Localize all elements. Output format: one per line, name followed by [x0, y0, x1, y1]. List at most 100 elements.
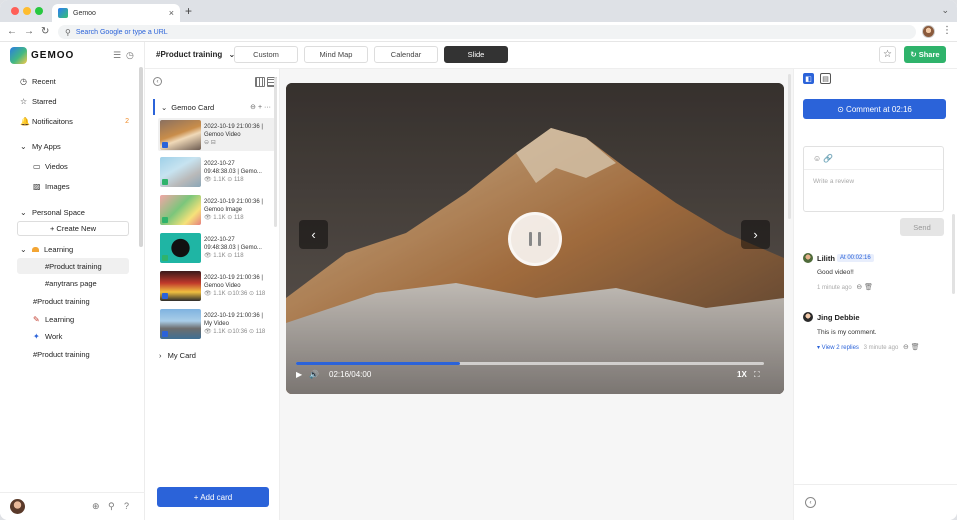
- sidebar-section-personal-space[interactable]: ⌄ Personal Space: [0, 204, 145, 220]
- user-avatar[interactable]: [10, 499, 25, 514]
- sidebar-item-anytrans-page[interactable]: #anytrans page: [0, 275, 145, 291]
- send-button[interactable]: Send: [900, 218, 944, 236]
- card-thumbnail: [160, 156, 201, 187]
- comments-scrollbar[interactable]: [952, 214, 955, 294]
- card-item[interactable]: 2022-10-19 21:00:36 | Gemoo Image 👁 1.1K…: [158, 193, 275, 226]
- history-icon[interactable]: ◷: [126, 50, 134, 61]
- card-title-line1: 2022-10-19 21:00:36 |: [204, 312, 263, 319]
- video-player[interactable]: ‹ › ▶ 🔊 02:16/04:00 1X ⛶: [286, 83, 784, 394]
- sidebar-item-product-training-2[interactable]: #Product training: [0, 346, 145, 362]
- sidebar-item-images[interactable]: ▨ Images: [0, 178, 145, 194]
- card-title-line1: 2022-10-19 21:00:36 |: [204, 274, 263, 281]
- card-group-my-card[interactable]: › My Card: [159, 351, 196, 360]
- review-input[interactable]: ☺ 🔗 Write a review: [803, 146, 944, 212]
- sidebar-collapse-icon[interactable]: ☰: [113, 50, 121, 61]
- video-badge-icon: [162, 330, 168, 337]
- chevron-down-icon: ⌄: [20, 244, 27, 254]
- sidebar-item-label: #Product training: [45, 261, 102, 271]
- card-item[interactable]: 2022-10-19 21:00:36 | Gemoo Video 👁 1.1K…: [158, 269, 275, 302]
- maximize-window-dot[interactable]: [35, 7, 43, 15]
- collapse-panel-icon[interactable]: ‹: [805, 497, 816, 508]
- previous-slide-button[interactable]: ‹: [299, 220, 328, 249]
- app-window: Gemoo × + ⌄ ← → ↻ ⚲ Search Google or typ…: [0, 0, 957, 520]
- add-card-button[interactable]: + Add card: [157, 487, 269, 507]
- tab-mind-map[interactable]: Mind Map: [304, 46, 368, 63]
- comment-timestamp-badge[interactable]: At 00:02:16: [837, 254, 874, 262]
- sidebar-item-product-training-active[interactable]: #Product training: [17, 258, 129, 274]
- comment-at-time-button[interactable]: ⊙ Comment at 02:16: [803, 99, 946, 119]
- tab-calendar[interactable]: Calendar: [374, 46, 438, 63]
- brand-name: GEMOO: [31, 50, 75, 61]
- close-tab-icon[interactable]: ×: [169, 8, 174, 18]
- comment-actions-icons[interactable]: ⊖ 🗑: [856, 284, 873, 291]
- omnibox-search-icon: ⚲: [65, 27, 71, 37]
- sidebar-item-videos[interactable]: ▭ Viedos: [0, 158, 145, 174]
- card-item[interactable]: 2022-10-19 21:00:36 | Gemoo Video ⊖ ⊟: [158, 118, 275, 151]
- comment-actions-icons[interactable]: ⊖ 🗑: [903, 344, 920, 351]
- add-circle-icon[interactable]: ⊕: [92, 501, 100, 512]
- close-window-dot[interactable]: [11, 7, 19, 15]
- forward-arrow-icon[interactable]: →: [24, 26, 34, 37]
- create-new-button[interactable]: + Create New: [17, 221, 129, 236]
- share-button[interactable]: ↻ Share: [904, 46, 946, 63]
- video-badge-icon: [162, 292, 168, 299]
- image-badge-icon: [162, 216, 168, 223]
- fullscreen-icon[interactable]: ⛶: [754, 370, 760, 380]
- sidebar-scrollbar[interactable]: [139, 67, 143, 247]
- sidebar-item-recent[interactable]: ◷ Recent: [0, 73, 145, 89]
- review-divider: [804, 169, 943, 170]
- sidebar-section-my-apps[interactable]: ⌄ My Apps: [0, 138, 145, 154]
- group-actions-icon[interactable]: ⊖ + ···: [250, 103, 271, 111]
- minimize-window-dot[interactable]: [23, 7, 31, 15]
- card-thumbnail: [160, 232, 201, 263]
- playback-speed-button[interactable]: 1X: [737, 370, 747, 379]
- grid-view-icon[interactable]: [255, 77, 265, 87]
- omnibox-placeholder: Search Google or type a URL: [75, 28, 168, 36]
- omnibox-input[interactable]: ⚲ Search Google or type a URL: [58, 25, 916, 39]
- browser-menu-kebab-icon[interactable]: ⋮: [942, 25, 952, 36]
- reload-icon[interactable]: ↻: [41, 26, 49, 37]
- tab-slide[interactable]: Slide: [444, 46, 508, 63]
- pause-button[interactable]: [508, 212, 562, 266]
- sidebar-item-learning[interactable]: ✎ Learning: [0, 311, 145, 327]
- tab-search-chevron-icon[interactable]: ⌄: [941, 5, 949, 16]
- comments-footer: ‹: [794, 484, 957, 520]
- search-icon[interactable]: ⚲: [108, 501, 115, 512]
- sidebar-item-product-training[interactable]: #Product training: [0, 293, 145, 309]
- sidebar-item-notifications[interactable]: 🔔 Notificaitons 2: [0, 113, 145, 129]
- emoji-link-icons[interactable]: ☺ 🔗: [813, 154, 833, 163]
- video-progress-bar[interactable]: [296, 362, 764, 365]
- card-item[interactable]: 2022-10-27 09:48:38.03 | Gemo... 👁 1.1K …: [158, 231, 275, 264]
- star-button[interactable]: ☆: [879, 46, 896, 63]
- card-group-gemoo-card[interactable]: ⌄ Gemoo Card ⊖ + ···: [153, 99, 275, 115]
- profile-avatar[interactable]: [922, 25, 935, 38]
- play-icon[interactable]: ▶: [296, 370, 302, 379]
- new-tab-button[interactable]: +: [185, 4, 192, 18]
- sidebar-item-label: Starred: [32, 96, 57, 106]
- volume-icon[interactable]: 🔊: [309, 370, 319, 379]
- back-circle-icon[interactable]: ‹: [153, 77, 162, 86]
- notes-tab-icon[interactable]: ▤: [820, 73, 831, 84]
- tab-custom[interactable]: Custom: [234, 46, 298, 63]
- browser-tab[interactable]: Gemoo ×: [52, 4, 180, 22]
- card-list-scrollbar[interactable]: [274, 77, 277, 227]
- view-replies-link[interactable]: ▾ View 2 replies: [817, 345, 859, 351]
- commenter-name: Jing Debbie: [817, 313, 860, 322]
- project-selector[interactable]: #Product training ⌄: [156, 50, 235, 59]
- image-icon: ▨: [33, 181, 41, 191]
- next-slide-button[interactable]: ›: [741, 220, 770, 249]
- help-icon[interactable]: ?: [124, 501, 129, 511]
- card-title-line2: 09:48:38.03 | Gemo...: [204, 168, 262, 175]
- back-arrow-icon[interactable]: ←: [7, 26, 17, 37]
- sidebar-item-work[interactable]: ✦ Work: [0, 328, 145, 344]
- comments-tab-icon[interactable]: ◧: [803, 73, 814, 84]
- sidebar-item-label: #Product training: [33, 349, 90, 359]
- sidebar-folder-learning[interactable]: ⌄ Learning: [0, 241, 145, 257]
- main-content: ‹ › ▶ 🔊 02:16/04:00 1X ⛶: [280, 69, 793, 520]
- brand-logo[interactable]: GEMOO: [10, 47, 74, 64]
- pause-icon: [529, 232, 532, 246]
- card-item[interactable]: 2022-10-27 09:48:38.03 | Gemo... 👁 1.1K …: [158, 155, 275, 188]
- main-scrollbar[interactable]: [788, 74, 791, 219]
- sidebar-item-starred[interactable]: ☆ Starred: [0, 93, 145, 109]
- card-item[interactable]: 2022-10-19 21:00:36 | My Video 👁 1.1K ⊙1…: [158, 307, 275, 340]
